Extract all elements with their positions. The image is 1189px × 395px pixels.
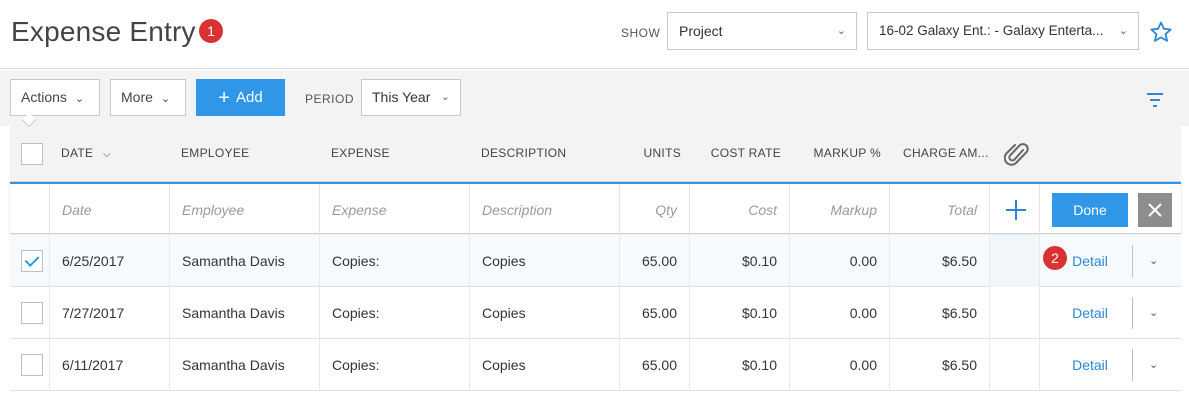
row-description: Copies [470, 287, 620, 339]
chevron-down-icon[interactable]: ⌄ [1149, 287, 1158, 339]
row-attachment-cell [990, 339, 1040, 391]
column-header-date[interactable]: DATE ⌵ [61, 146, 111, 160]
chevron-down-icon: ⌄ [160, 93, 171, 105]
table-row[interactable]: 6/11/2017 Samantha Davis Copies: Copies … [10, 339, 1181, 391]
chevron-down-icon: ⌄ [836, 25, 846, 37]
chevron-down-icon[interactable]: ⌄ [1149, 339, 1158, 391]
actions-label: Actions [21, 89, 67, 105]
show-label: SHOW [621, 26, 661, 40]
add-button[interactable]: + Add [196, 79, 285, 116]
row-description: Copies [470, 339, 620, 391]
entry-date-input[interactable]: Date [50, 184, 170, 234]
plus-icon: + [218, 87, 230, 109]
column-header-markup[interactable]: MARKUP % [791, 146, 881, 160]
row-divider [1132, 349, 1133, 381]
table-row[interactable]: 7/27/2017 Samantha Davis Copies: Copies … [10, 287, 1181, 339]
period-select-value: This Year [372, 89, 431, 105]
entry-qty-input[interactable]: Qty [620, 184, 690, 234]
row-checkbox-cell [10, 339, 50, 391]
step-badge-2: 2 [1043, 246, 1067, 270]
row-date: 6/11/2017 [50, 339, 170, 391]
page-title: Expense Entry [11, 16, 196, 47]
toolbar: Actions ⌄ More ⌄ + Add PERIOD This Year ⌄ [0, 70, 1189, 126]
row-charge: $6.50 [890, 287, 990, 339]
column-header-description[interactable]: DESCRIPTION [481, 146, 566, 160]
detail-link[interactable]: Detail [1050, 339, 1130, 391]
entry-checkbox-cell [10, 184, 50, 234]
row-employee: Samantha Davis [170, 287, 320, 339]
chevron-down-icon: ⌄ [74, 93, 85, 105]
table-row[interactable]: 6/25/2017 Samantha Davis Copies: Copies … [10, 235, 1181, 287]
row-attachment-cell [990, 287, 1040, 339]
row-expense: Copies: [320, 339, 470, 391]
paperclip-icon [1004, 143, 1029, 166]
done-button[interactable]: Done [1052, 193, 1128, 227]
column-header-employee[interactable]: EMPLOYEE [181, 146, 249, 160]
detail-link[interactable]: Detail [1050, 287, 1130, 339]
more-button[interactable]: More ⌄ [110, 79, 186, 116]
select-all-checkbox[interactable] [21, 143, 43, 165]
show-select[interactable]: Project ⌄ [667, 12, 857, 50]
row-divider [1132, 245, 1133, 277]
table-header: DATE ⌵ EMPLOYEE EXPENSE DESCRIPTION UNIT… [10, 126, 1181, 182]
column-header-cost-rate[interactable]: COST RATE [691, 146, 781, 160]
row-cost-rate: $0.10 [690, 339, 790, 391]
row-divider [1132, 297, 1133, 329]
row-employee: Samantha Davis [170, 235, 320, 287]
actions-button[interactable]: Actions ⌄ [10, 79, 100, 116]
row-markup: 0.00 [790, 287, 890, 339]
row-cost-rate: $0.10 [690, 235, 790, 287]
entry-expense-input[interactable]: Expense [320, 184, 470, 234]
row-cost-rate: $0.10 [690, 287, 790, 339]
row-expense: Copies: [320, 287, 470, 339]
sort-down-icon: ⌵ [102, 149, 111, 160]
plus-icon[interactable] [1004, 198, 1028, 222]
row-charge: $6.50 [890, 235, 990, 287]
filter-icon[interactable] [1145, 92, 1165, 108]
add-label: Add [235, 89, 263, 106]
cancel-button[interactable] [1138, 193, 1172, 227]
row-units: 65.00 [620, 339, 690, 391]
column-header-expense[interactable]: EXPENSE [331, 146, 390, 160]
row-checkbox-cell [10, 235, 50, 287]
row-date: 6/25/2017 [50, 235, 170, 287]
entry-cost-input[interactable]: Cost [690, 184, 790, 234]
row-description: Copies [470, 235, 620, 287]
row-markup: 0.00 [790, 235, 890, 287]
row-markup: 0.00 [790, 339, 890, 391]
entry-markup-input[interactable]: Markup [790, 184, 890, 234]
row-date: 7/27/2017 [50, 287, 170, 339]
row-checkbox-cell [10, 287, 50, 339]
step-badge-1: 1 [199, 19, 223, 43]
row-units: 65.00 [620, 287, 690, 339]
entry-description-input[interactable]: Description [470, 184, 620, 234]
page-header: Expense Entry 1 SHOW Project ⌄ 16-02 Gal… [0, 0, 1189, 69]
entry-employee-input[interactable]: Employee [170, 184, 320, 234]
row-checkbox[interactable] [21, 250, 43, 272]
row-units: 65.00 [620, 235, 690, 287]
project-select[interactable]: 16-02 Galaxy Ent.: - Galaxy Enterta... ⌄ [867, 12, 1139, 50]
chevron-down-icon: ⌄ [1118, 25, 1128, 37]
chevron-down-icon[interactable]: ⌄ [1149, 235, 1158, 287]
row-expense: Copies: [320, 235, 470, 287]
star-icon[interactable] [1149, 20, 1173, 44]
entry-total-input[interactable]: Total [890, 184, 990, 234]
column-header-units[interactable]: UNITS [621, 146, 681, 160]
show-select-value: Project [679, 23, 723, 39]
column-header-charge[interactable]: CHARGE AM... [903, 146, 993, 160]
period-select[interactable]: This Year ⌄ [361, 79, 461, 116]
project-select-value: 16-02 Galaxy Ent.: - Galaxy Enterta... [879, 23, 1104, 38]
row-charge: $6.50 [890, 339, 990, 391]
row-checkbox[interactable] [21, 302, 43, 324]
period-label: PERIOD [305, 92, 355, 106]
close-icon [1148, 203, 1162, 217]
chevron-down-icon: ⌄ [440, 91, 450, 103]
row-attachment-cell [990, 235, 1040, 287]
more-label: More [121, 89, 153, 105]
new-entry-row: Date Employee Expense Description Qty Co… [10, 182, 1181, 234]
row-employee: Samantha Davis [170, 339, 320, 391]
row-checkbox[interactable] [21, 354, 43, 376]
